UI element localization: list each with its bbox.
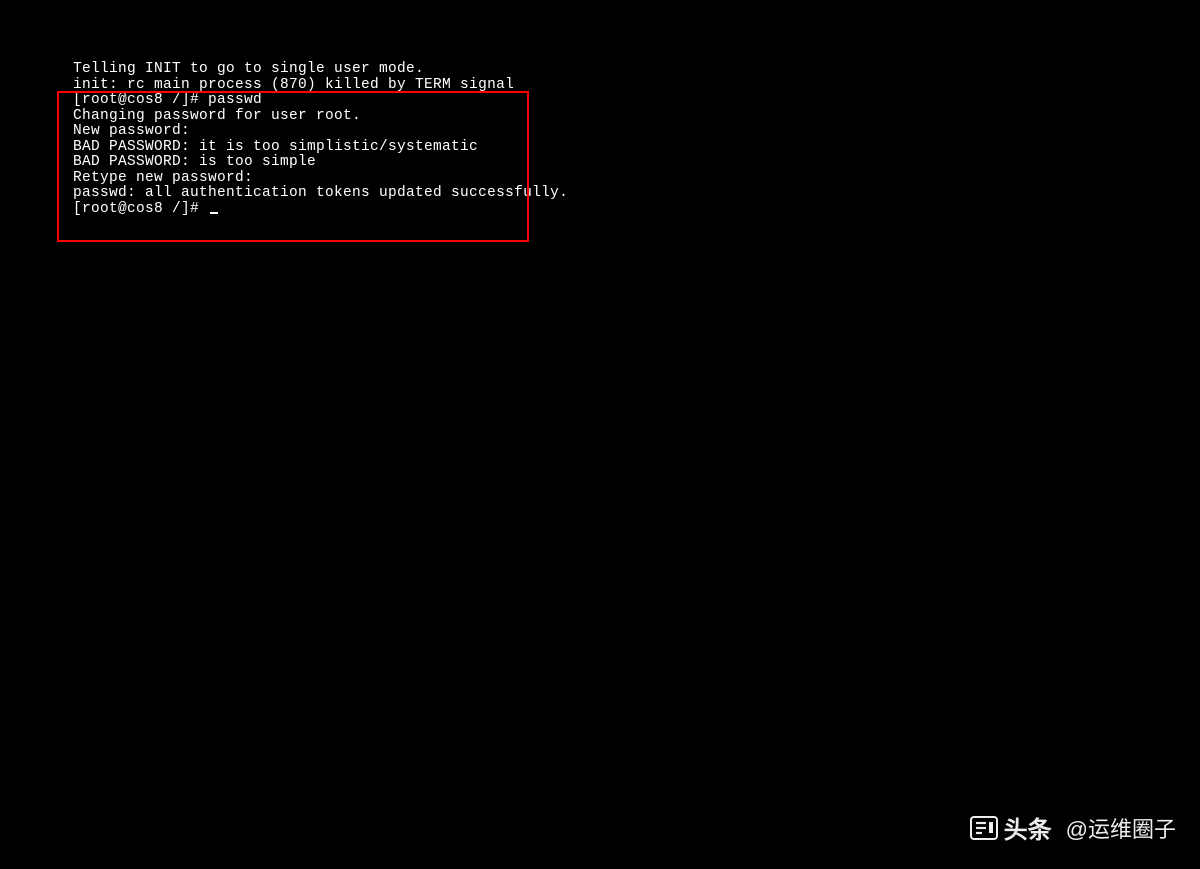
terminal-line: init: rc main process (870) killed by TE… — [73, 78, 568, 94]
watermark-logo: 头条 — [970, 810, 1052, 845]
terminal-prompt: [root@cos8 /]# — [73, 201, 208, 217]
terminal-line: BAD PASSWORD: is too simple — [73, 155, 568, 171]
cursor-icon — [210, 212, 218, 214]
terminal-line: Changing password for user root. — [73, 109, 568, 125]
terminal-prompt-line: [root@cos8 /]# — [73, 202, 568, 218]
terminal-line: Retype new password: — [73, 171, 568, 187]
terminal-line: Telling INIT to go to single user mode. — [73, 62, 568, 78]
watermark: 头条 @运维圈子 — [970, 810, 1176, 845]
terminal-line: BAD PASSWORD: it is too simplistic/syste… — [73, 140, 568, 156]
terminal-line: New password: — [73, 124, 568, 140]
toutiao-icon — [970, 814, 998, 842]
watermark-handle-text: @运维圈子 — [1066, 812, 1176, 844]
terminal-output[interactable]: Telling INIT to go to single user mode. … — [73, 62, 568, 217]
watermark-brand-text: 头条 — [1004, 810, 1052, 845]
terminal-line: [root@cos8 /]# passwd — [73, 93, 568, 109]
terminal-line: passwd: all authentication tokens update… — [73, 186, 568, 202]
